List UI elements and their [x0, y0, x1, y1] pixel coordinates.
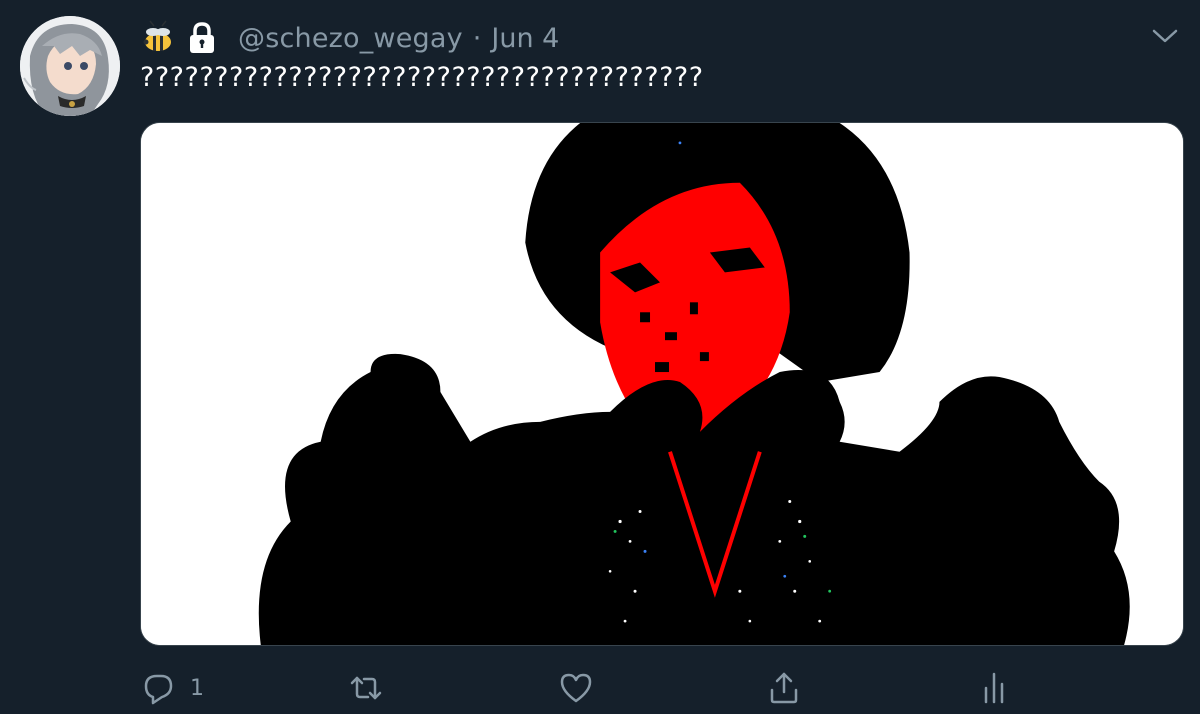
avatar-image [20, 16, 120, 116]
reply-count: 1 [190, 675, 204, 701]
retweet-icon [350, 676, 382, 700]
chevron-down-icon[interactable] [1150, 24, 1180, 48]
tweet: @schezo_wegay · Jun 4 ??????????????????… [0, 0, 1200, 714]
tweet-text: ?????????????????????????????????????? [140, 62, 704, 93]
reply-button[interactable]: 1 [140, 668, 204, 708]
analytics-button[interactable] [976, 668, 1012, 708]
share-icon [770, 672, 798, 704]
retweet-button[interactable] [348, 668, 398, 708]
reply-icon [144, 674, 173, 705]
tweet-actions: 1 [140, 668, 1040, 708]
lock-icon [184, 20, 220, 56]
user-handle[interactable]: @schezo_wegay [238, 23, 463, 54]
tweet-date[interactable]: Jun 4 [491, 23, 559, 54]
tweet-header: @schezo_wegay · Jun 4 [140, 18, 559, 58]
media-illustration [141, 123, 1183, 645]
share-button[interactable] [766, 668, 802, 708]
separator-dot: · [472, 22, 482, 54]
analytics-icon [984, 672, 1004, 704]
bee-emoji-icon [140, 20, 176, 56]
like-button[interactable] [558, 668, 608, 708]
avatar[interactable] [20, 16, 120, 116]
heart-icon [560, 673, 592, 703]
tweet-media-image[interactable] [140, 122, 1184, 646]
